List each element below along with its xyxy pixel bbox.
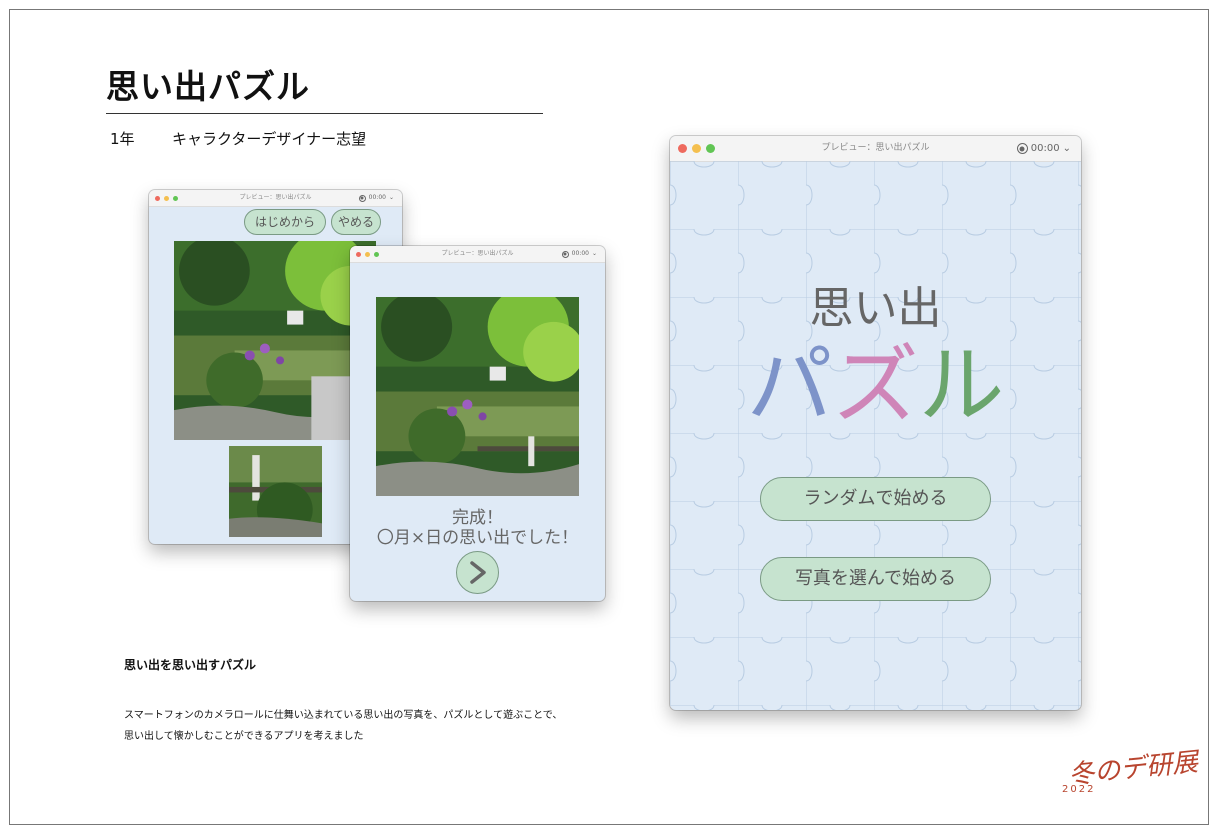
exhibition-logo: 冬のデ研展 2022 (1060, 740, 1199, 802)
title-divider (106, 113, 543, 114)
chevron-down-icon: ⌄ (591, 250, 597, 257)
description: スマートフォンのカメラロールに仕舞い込まれている思い出の写真を、パズルとして遊ぶ… (124, 705, 644, 747)
aspiration-label: キャラクターデザイナー志望 (172, 130, 367, 148)
next-button[interactable] (456, 551, 499, 594)
record-icon (1016, 143, 1028, 154)
record-icon (561, 250, 569, 258)
title-main: パズル (670, 336, 1081, 436)
window-title: プレビュー：思い出パズル (239, 194, 312, 201)
window-controls (155, 190, 178, 206)
puzzle-piece[interactable] (229, 446, 322, 537)
quit-button[interactable]: やめる (331, 209, 381, 235)
recording-indicator[interactable]: 00:00 ⌄ (1016, 136, 1071, 161)
close-window-button[interactable] (155, 195, 160, 201)
chevron-right-icon (470, 561, 486, 584)
title-char-zu: ズ (832, 336, 919, 436)
close-window-button[interactable] (356, 251, 361, 257)
completed-photo (376, 297, 579, 496)
title-top: 思い出 (809, 283, 942, 334)
random-start-button[interactable]: ランダムで始める (760, 477, 991, 521)
window-controls (678, 136, 715, 161)
description-title: 思い出を思い出すパズル (124, 658, 257, 672)
minimize-window-button[interactable] (365, 251, 370, 257)
zoom-window-button[interactable] (374, 251, 379, 257)
restart-button[interactable]: はじめから (244, 209, 326, 235)
description-line-2: 思い出して懐かしむことができるアプリを考えました (124, 731, 364, 742)
recording-indicator[interactable]: 00:00 ⌄ (358, 190, 394, 206)
complete-line-2: 〇月×日の思い出でした！ (376, 528, 579, 548)
chevron-down-icon: ⌄ (388, 194, 394, 201)
recording-indicator[interactable]: 00:00 ⌄ (561, 246, 597, 262)
window-title: プレビュー：思い出パズル (821, 143, 930, 153)
complete-window: プレビュー：思い出パズル 00:00 ⌄ 完成！ 〇月×日の思い出でした！ (350, 246, 605, 601)
window-titlebar: プレビュー：思い出パズル 00:00 ⌄ (670, 136, 1081, 162)
complete-message: 完成！ 〇月×日の思い出でした！ (350, 508, 605, 548)
author-meta: 1年 キャラクターデザイナー志望 (110, 128, 366, 149)
window-controls (356, 246, 379, 262)
grade-label: 1年 (110, 130, 135, 148)
window-titlebar: プレビュー：思い出パズル 00:00 ⌄ (350, 246, 605, 263)
record-icon (358, 194, 366, 202)
title-char-ru: ル (918, 336, 1005, 436)
choose-photo-button[interactable]: 写真を選んで始める (760, 557, 991, 601)
complete-line-1: 完成！ (452, 508, 503, 528)
chevron-down-icon: ⌄ (1062, 143, 1071, 154)
window-title: プレビュー：思い出パズル (441, 250, 514, 257)
minimize-window-button[interactable] (692, 144, 701, 153)
minimize-window-button[interactable] (164, 195, 169, 201)
puzzle-board[interactable] (174, 241, 376, 440)
logo-year: 2022 (1062, 784, 1096, 795)
description-line-1: スマートフォンのカメラロールに仕舞い込まれている思い出の写真を、パズルとして遊ぶ… (124, 710, 563, 721)
close-window-button[interactable] (678, 144, 687, 153)
page-title: 思い出パズル (106, 67, 310, 106)
window-titlebar: プレビュー：思い出パズル 00:00 ⌄ (149, 190, 402, 207)
zoom-window-button[interactable] (706, 144, 715, 153)
zoom-window-button[interactable] (173, 195, 178, 201)
timer-label: 00:00 (1030, 143, 1060, 154)
timer-label: 00:00 (368, 194, 386, 201)
title-window: プレビュー：思い出パズル 00:00 ⌄ 思い出 パズル ランダムで始める 写真… (670, 136, 1081, 710)
title-char-pa: パ (746, 336, 833, 436)
timer-label: 00:00 (571, 250, 589, 257)
